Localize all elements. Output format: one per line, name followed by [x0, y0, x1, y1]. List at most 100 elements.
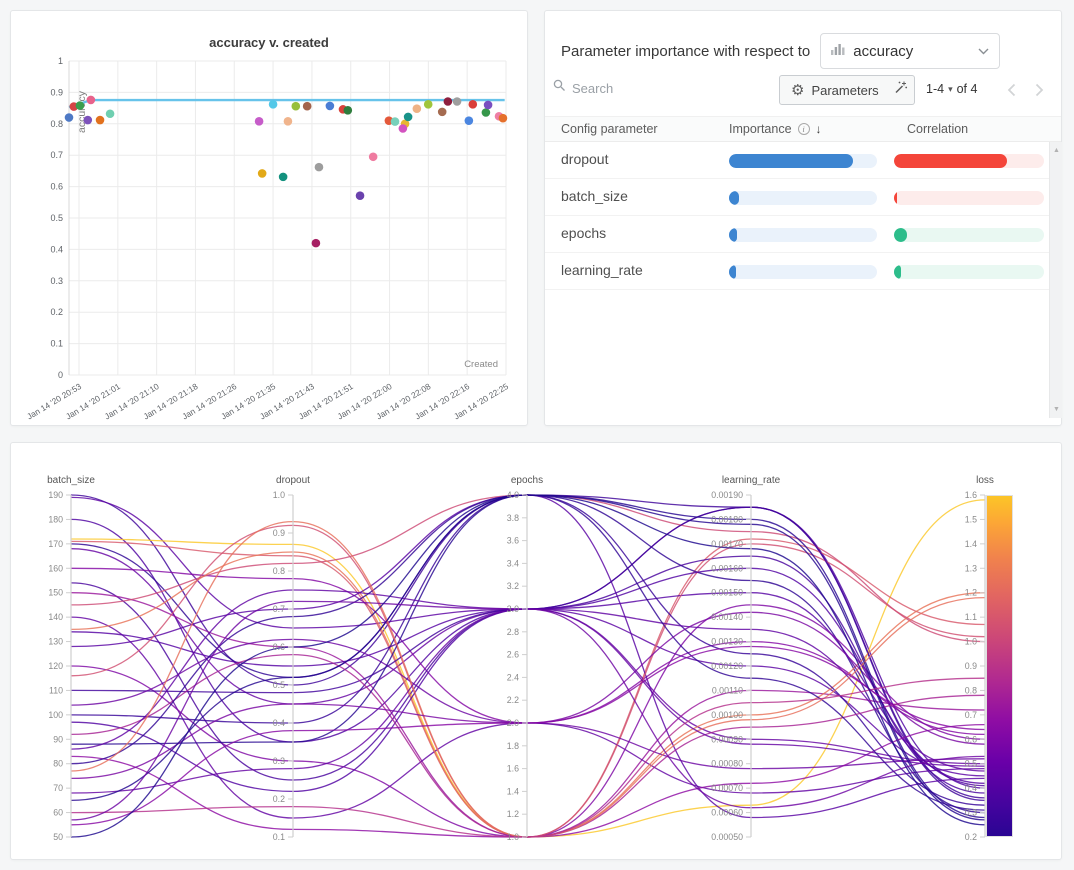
scatter-point[interactable] [391, 117, 400, 126]
axis-tick-label: 0.6 [965, 734, 977, 744]
search-box[interactable] [553, 79, 692, 97]
axis-tick-label: 1.3 [965, 563, 977, 573]
axis-tick-label: 120 [48, 661, 63, 671]
run-line[interactable] [71, 539, 985, 837]
scatter-point[interactable] [83, 116, 92, 125]
axis-tick-label: 0.6 [273, 642, 285, 652]
scatter-point[interactable] [292, 102, 301, 111]
scatter-point[interactable] [404, 113, 413, 122]
table-row[interactable]: epochs [545, 216, 1061, 253]
run-line[interactable] [71, 495, 985, 800]
scroll-down-icon[interactable]: ▼ [1050, 406, 1063, 413]
table-scrollbar[interactable]: ▲ ▼ [1049, 142, 1062, 418]
metric-select-value: accuracy [853, 43, 970, 60]
scatter-point[interactable] [269, 100, 278, 109]
scatter-point[interactable] [484, 101, 493, 110]
config-parameter-name: learning_rate [561, 262, 643, 278]
info-icon[interactable]: i [798, 123, 810, 135]
axis-tick-label: 0.2 [965, 832, 977, 842]
y-tick-label: 0.2 [50, 307, 63, 317]
metric-select-dropdown[interactable]: accuracy [820, 33, 1000, 69]
scatter-point[interactable] [444, 97, 453, 106]
pagination-range[interactable]: 1-4 [926, 82, 944, 96]
axis-tick-label: 1.2 [507, 809, 519, 819]
axis-tick-label: 0.5 [273, 680, 285, 690]
table-row[interactable]: dropout [545, 142, 1061, 179]
pagination-caret-icon[interactable]: ▾ [948, 84, 953, 95]
scatter-point[interactable] [76, 101, 85, 110]
column-header-correlation[interactable]: Correlation [907, 122, 968, 136]
run-line[interactable] [71, 593, 985, 837]
importance-bar [729, 154, 877, 168]
scatter-point[interactable] [312, 239, 321, 248]
run-line[interactable] [71, 655, 985, 837]
table-row[interactable]: learning_rate [545, 253, 1061, 290]
scatter-point[interactable] [87, 96, 96, 105]
scatter-point[interactable] [356, 191, 365, 200]
axis-tick-label: 150 [48, 588, 63, 598]
scatter-point[interactable] [413, 104, 422, 113]
run-line[interactable] [71, 593, 985, 784]
scatter-point[interactable] [453, 97, 462, 106]
y-tick-label: 0.8 [50, 119, 63, 129]
scatter-point[interactable] [258, 169, 267, 178]
axis-tick-label: 2.2 [507, 695, 519, 705]
scatter-point[interactable] [106, 109, 115, 118]
axis-tick-label: 90 [53, 734, 63, 744]
scatter-point[interactable] [326, 102, 335, 111]
scatter-point[interactable] [65, 113, 74, 122]
correlation-bar [894, 154, 1044, 168]
axis-tick-label: 0.00180 [711, 514, 743, 524]
axis-tick-label: 0.00160 [711, 563, 743, 573]
config-parameter-name: batch_size [561, 188, 628, 204]
parameters-button[interactable]: ⚙ Parameters [779, 75, 891, 105]
scatter-point[interactable] [303, 102, 312, 111]
scatter-point[interactable] [424, 100, 433, 109]
axis-tick-label: 0.00190 [711, 490, 743, 500]
run-line[interactable] [71, 500, 985, 837]
axis-tick-label: 0.00120 [711, 661, 743, 671]
run-line[interactable] [71, 507, 985, 798]
importance-controls-row: ⚙ Parameters 1-4 ▾ of 4 [545, 75, 1061, 107]
run-line[interactable] [71, 495, 985, 837]
scatter-point[interactable] [482, 108, 491, 117]
scatter-point[interactable] [465, 116, 474, 125]
scatter-point[interactable] [468, 100, 477, 109]
run-line[interactable] [71, 617, 985, 818]
axis-tick-label: 0.00090 [711, 734, 743, 744]
parallel-coordinates-panel: batch_size506070809010011012013014015016… [10, 442, 1062, 860]
axis-tick-label: 3.4 [507, 558, 519, 568]
scatter-point[interactable] [284, 117, 293, 126]
axis-tick-label: 1.5 [965, 514, 977, 524]
scatter-point[interactable] [399, 124, 408, 133]
axis-tick-label: 0.00110 [712, 685, 743, 695]
scatter-point[interactable] [96, 116, 105, 125]
run-line[interactable] [71, 507, 985, 788]
column-header-importance[interactable]: Importance i ↓ [729, 122, 822, 136]
scatter-point[interactable] [369, 152, 378, 161]
scatter-point[interactable] [315, 163, 324, 172]
scatter-point[interactable] [499, 114, 508, 123]
correlation-bar-fill [894, 154, 1007, 168]
table-row[interactable]: batch_size [545, 179, 1061, 216]
search-input[interactable] [572, 81, 692, 96]
axis-tick-label: 2.4 [507, 672, 519, 682]
scroll-up-icon[interactable]: ▲ [1050, 147, 1063, 154]
run-line[interactable] [71, 568, 985, 734]
scatter-point[interactable] [344, 106, 353, 115]
run-line[interactable] [71, 612, 985, 778]
scatter-point[interactable] [438, 108, 447, 117]
axis-tick-label: 2.8 [507, 627, 519, 637]
correlation-bar [894, 228, 1044, 242]
magic-wand-button[interactable] [885, 75, 915, 105]
page-next-button[interactable] [1029, 78, 1049, 102]
page-prev-button[interactable] [1001, 78, 1021, 102]
scatter-point[interactable] [255, 117, 264, 126]
config-parameter-name: dropout [561, 151, 608, 167]
y-tick-label: 0.7 [50, 150, 63, 160]
axis-tick-label: 0.9 [965, 661, 977, 671]
scatter-point[interactable] [279, 173, 288, 182]
y-tick-label: 0.9 [50, 87, 63, 97]
axis-tick-label: 0.4 [965, 783, 977, 793]
run-line[interactable] [71, 725, 985, 837]
